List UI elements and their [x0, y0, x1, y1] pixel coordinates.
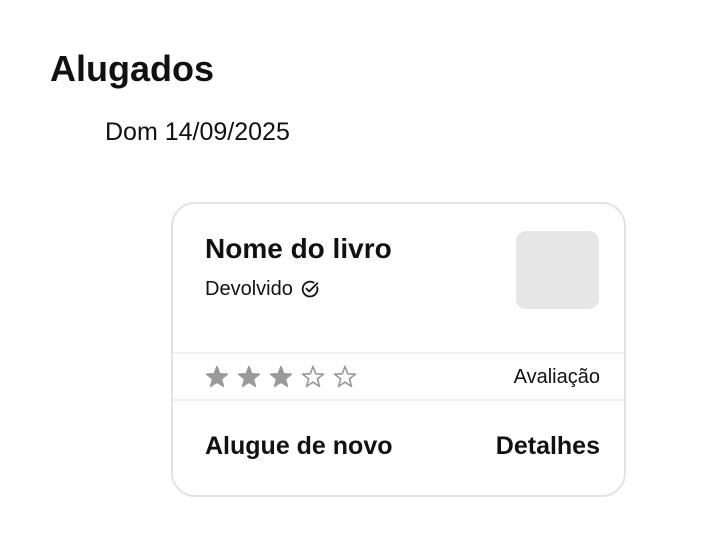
star-rating[interactable]: [204, 364, 358, 390]
details-button[interactable]: Detalhes: [496, 430, 600, 462]
star-empty-icon[interactable]: [300, 364, 326, 390]
divider: [173, 352, 624, 354]
rating-label: Avaliação: [513, 366, 600, 388]
rental-date: Dom 14/09/2025: [105, 118, 290, 146]
book-title: Nome do livro: [205, 233, 392, 264]
divider: [173, 399, 624, 401]
rental-card: Nome do livro Devolvido Avaliação Alugue…: [171, 202, 626, 497]
book-thumbnail: [516, 231, 599, 309]
star-filled-icon[interactable]: [268, 364, 294, 390]
page-title: Alugados: [50, 48, 215, 89]
rent-again-button[interactable]: Alugue de novo: [205, 430, 393, 462]
star-filled-icon[interactable]: [236, 364, 262, 390]
status-text: Devolvido: [205, 278, 293, 300]
status-row: Devolvido: [205, 276, 320, 302]
star-empty-icon[interactable]: [332, 364, 358, 390]
star-filled-icon[interactable]: [204, 364, 230, 390]
check-circle-icon: [301, 280, 319, 298]
